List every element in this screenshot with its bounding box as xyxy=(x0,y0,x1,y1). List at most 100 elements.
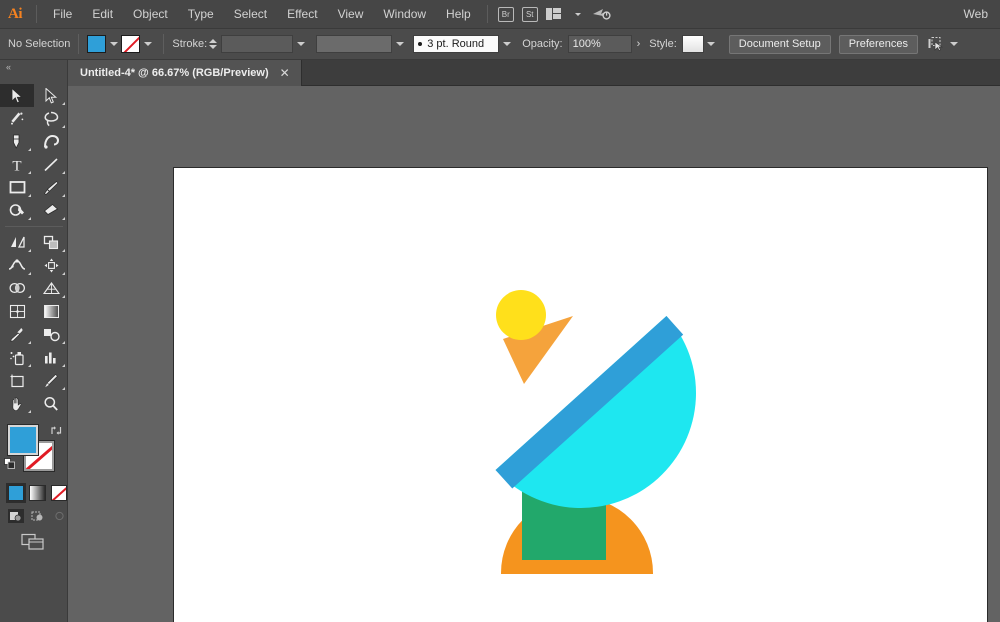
width-profile-dropdown-button[interactable] xyxy=(392,34,407,54)
lasso-tool[interactable] xyxy=(34,107,68,130)
document-tab-title: Untitled-4* @ 66.67% (RGB/Preview) xyxy=(80,67,269,79)
menu-select[interactable]: Select xyxy=(224,0,277,29)
artboard-tool[interactable] xyxy=(0,369,34,392)
menu-effect[interactable]: Effect xyxy=(277,0,327,29)
tool-group-indicator-icon xyxy=(62,364,65,367)
type-tool[interactable]: T xyxy=(0,153,34,176)
menu-file[interactable]: File xyxy=(43,0,82,29)
shape-builder-tool[interactable] xyxy=(0,277,34,300)
change-screen-mode-button[interactable] xyxy=(20,533,47,556)
perspective-grid-tool[interactable] xyxy=(34,277,68,300)
eyedropper-tool[interactable] xyxy=(0,323,34,346)
slice-tool-icon xyxy=(45,373,58,387)
close-icon[interactable]: ✕ xyxy=(277,66,293,80)
document-tab[interactable]: Untitled-4* @ 66.67% (RGB/Preview) ✕ xyxy=(68,60,302,86)
default-fill-stroke-button[interactable] xyxy=(4,457,16,469)
stock-search-button[interactable] xyxy=(590,0,614,29)
gradient-fill-button[interactable] xyxy=(29,485,46,501)
mesh-tool[interactable] xyxy=(0,300,34,323)
shaper-tool[interactable] xyxy=(0,199,34,222)
tools-grid: T xyxy=(0,74,68,415)
rectangle-tool[interactable] xyxy=(0,176,34,199)
tools-divider-1 xyxy=(5,226,63,227)
tool-group-indicator-icon xyxy=(62,125,65,128)
fill-color-swatch[interactable] xyxy=(87,35,107,53)
menubar-divider-2 xyxy=(486,5,488,23)
slice-tool[interactable] xyxy=(34,369,68,392)
none-fill-button[interactable] xyxy=(50,485,67,501)
tools-panel-collapse-button[interactable]: « xyxy=(0,60,67,74)
fill-dropdown-button[interactable] xyxy=(106,34,121,54)
symbol-sprayer-tool[interactable] xyxy=(0,346,34,369)
blend-tool[interactable] xyxy=(34,323,68,346)
menu-help[interactable]: Help xyxy=(436,0,481,29)
eraser-tool[interactable] xyxy=(34,199,68,222)
magic-wand-tool[interactable] xyxy=(0,107,34,130)
stroke-weight-input[interactable] xyxy=(221,35,294,53)
chevron-down-icon xyxy=(109,42,118,46)
gradient-tool[interactable] xyxy=(34,300,68,323)
chevron-down-icon xyxy=(296,42,305,46)
column-graph-tool[interactable] xyxy=(34,346,68,369)
fill-color-box[interactable] xyxy=(8,425,38,455)
arrange-documents-button[interactable] xyxy=(542,0,566,29)
tool-group-indicator-icon xyxy=(28,410,31,413)
menu-window[interactable]: Window xyxy=(373,0,436,29)
scale-tool[interactable] xyxy=(34,231,68,254)
workspace-switcher[interactable]: Web xyxy=(964,7,1000,21)
satellite-dish-illustration[interactable] xyxy=(174,168,989,622)
stroke-weight-stepper[interactable] xyxy=(207,39,219,49)
artboard[interactable] xyxy=(173,167,988,622)
document-setup-button[interactable]: Document Setup xyxy=(728,34,831,54)
free-transform-tool[interactable] xyxy=(34,254,68,277)
hand-tool[interactable] xyxy=(0,392,34,415)
draw-behind-button[interactable] xyxy=(30,509,46,523)
zoom-tool[interactable] xyxy=(34,392,68,415)
variable-width-profile-field[interactable] xyxy=(316,35,393,53)
type-tool-icon: T xyxy=(12,158,21,173)
brush-dropdown-button[interactable] xyxy=(499,34,514,54)
tool-group-indicator-icon xyxy=(28,148,31,151)
menu-type[interactable]: Type xyxy=(178,0,224,29)
curvature-tool[interactable] xyxy=(34,130,68,153)
pen-tool-icon xyxy=(13,134,20,149)
stock-button[interactable]: St xyxy=(518,0,542,29)
tools-panel: « T xyxy=(0,60,68,622)
opacity-label: Opacity: xyxy=(522,38,563,50)
draw-normal-icon xyxy=(10,512,22,522)
draw-inside-button[interactable] xyxy=(51,509,67,523)
swap-fill-stroke-button[interactable] xyxy=(51,423,62,435)
tool-group-indicator-icon xyxy=(28,194,31,197)
align-dropdown-button[interactable] xyxy=(946,34,961,54)
opacity-options-button[interactable]: › xyxy=(632,38,646,50)
brush-definition-field[interactable]: 3 pt. Round xyxy=(413,35,500,53)
paintbrush-tool[interactable] xyxy=(34,176,68,199)
direct-selection-tool[interactable] xyxy=(34,84,68,107)
color-fill-button[interactable] xyxy=(5,483,27,503)
pen-tool[interactable] xyxy=(0,130,34,153)
menu-object[interactable]: Object xyxy=(123,0,178,29)
canvas-area[interactable] xyxy=(68,86,1000,622)
draw-normal-button[interactable] xyxy=(8,509,24,523)
stroke-weight-dropdown-button[interactable] xyxy=(293,34,308,54)
preferences-button[interactable]: Preferences xyxy=(838,34,919,54)
stroke-color-swatch[interactable] xyxy=(121,35,141,53)
line-segment-tool[interactable] xyxy=(34,153,68,176)
bridge-button[interactable]: Br xyxy=(494,0,518,29)
opacity-input[interactable]: 100% xyxy=(567,35,632,53)
style-dropdown-button[interactable] xyxy=(704,34,719,54)
graphic-style-swatch[interactable] xyxy=(681,35,704,53)
rotate-tool[interactable] xyxy=(0,231,34,254)
lasso-tool-icon xyxy=(44,111,59,126)
menu-view[interactable]: View xyxy=(328,0,374,29)
width-tool[interactable] xyxy=(0,254,34,277)
default-fill-stroke-icon xyxy=(4,458,15,469)
selection-tool[interactable] xyxy=(0,84,34,107)
arrange-dropdown-button[interactable] xyxy=(566,0,590,29)
tool-group-indicator-icon xyxy=(62,217,65,220)
align-to-selection-button[interactable] xyxy=(928,36,946,52)
shaper-tool-icon xyxy=(9,203,24,216)
control-divider-2 xyxy=(163,34,165,54)
menu-edit[interactable]: Edit xyxy=(82,0,123,29)
stroke-dropdown-button[interactable] xyxy=(140,34,155,54)
